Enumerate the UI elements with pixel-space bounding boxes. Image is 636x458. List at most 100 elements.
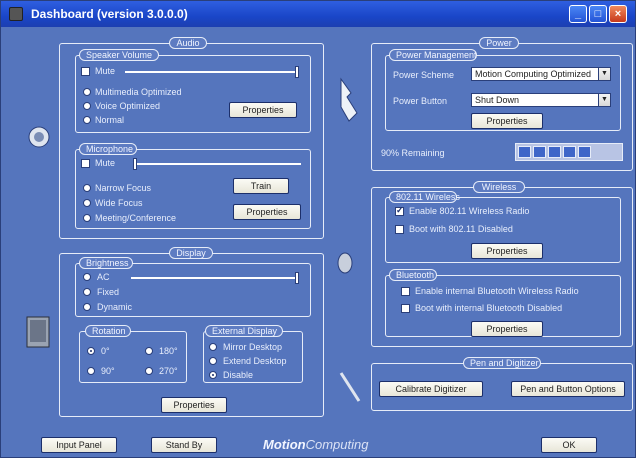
power-management-title: Power Management xyxy=(389,49,477,61)
battery-remaining-label: 90% Remaining xyxy=(381,148,445,158)
speaker-mode-label-voice: Voice Optimized xyxy=(95,101,161,111)
rotation-label-180: 180° xyxy=(159,346,178,356)
speaker-mode-radio-voice[interactable] xyxy=(83,102,91,110)
brightness-title: Brightness xyxy=(79,257,133,269)
input-panel-button[interactable]: Input Panel xyxy=(41,437,117,453)
brightness-radio-fixed[interactable] xyxy=(83,288,91,296)
microphone-slider-thumb[interactable] xyxy=(133,158,137,170)
rotation-label-90: 90° xyxy=(101,366,115,376)
chevron-down-icon: ▼ xyxy=(598,94,610,106)
microphone-mute-checkbox[interactable] xyxy=(81,159,90,168)
brightness-slider[interactable] xyxy=(131,277,299,279)
speaker-mode-radio-normal[interactable] xyxy=(83,116,91,124)
mic-mode-label-meeting: Meeting/Conference xyxy=(95,213,177,223)
speaker-mode-radio-multimedia[interactable] xyxy=(83,88,91,96)
display-properties-button[interactable]: Properties xyxy=(161,397,227,413)
speaker-volume-thumb[interactable] xyxy=(295,66,299,78)
power-scheme-select[interactable]: Motion Computing Optimized ▼ xyxy=(471,67,611,81)
bluetooth-boot-label: Boot with internal Bluetooth Disabled xyxy=(415,303,563,313)
microphone-slider[interactable] xyxy=(133,163,301,165)
wifi-boot-label: Boot with 802.11 Disabled xyxy=(409,224,513,234)
speaker-volume-slider[interactable] xyxy=(125,71,299,73)
rotation-radio-90[interactable] xyxy=(87,367,95,375)
pen-icon xyxy=(337,369,363,405)
mic-mode-radio-wide[interactable] xyxy=(83,199,91,207)
power-group-title: Power xyxy=(479,37,519,49)
microphone-properties-button[interactable]: Properties xyxy=(233,204,301,220)
brightness-radio-dynamic[interactable] xyxy=(83,303,91,311)
wifi-boot-checkbox[interactable] xyxy=(395,225,404,234)
microphone-mute-label: Mute xyxy=(95,158,116,168)
external-display-title: External Display xyxy=(205,325,283,337)
rotation-radio-0[interactable] xyxy=(87,347,95,355)
bluetooth-enable-label: Enable internal Bluetooth Wireless Radio xyxy=(415,286,579,296)
bluetooth-boot-checkbox[interactable] xyxy=(401,304,410,313)
power-button-label: Power Button xyxy=(393,96,448,106)
rotation-title: Rotation xyxy=(85,325,131,337)
dashboard-window: Dashboard (version 3.0.0.0) _ □ × Audio … xyxy=(0,0,636,458)
brightness-slider-thumb[interactable] xyxy=(295,272,299,284)
wireless-group-title: Wireless xyxy=(473,181,525,193)
brightness-label-dynamic: Dynamic xyxy=(97,302,133,312)
speaker-mute-checkbox[interactable] xyxy=(81,67,90,76)
external-label-disable: Disable xyxy=(223,370,254,380)
speaker-icon xyxy=(27,125,51,149)
brightness-radio-ac[interactable] xyxy=(83,273,91,281)
wifi-title: 802.11 Wireless xyxy=(389,191,460,203)
chevron-down-icon: ▼ xyxy=(598,68,610,80)
speaker-properties-button[interactable]: Properties xyxy=(229,102,297,118)
power-scheme-value: Motion Computing Optimized xyxy=(475,69,592,79)
external-label-extend: Extend Desktop xyxy=(223,356,287,366)
external-radio-extend[interactable] xyxy=(209,357,217,365)
app-icon xyxy=(9,7,23,21)
mic-mode-radio-narrow[interactable] xyxy=(83,184,91,192)
wifi-properties-button[interactable]: Properties xyxy=(471,243,543,259)
minimize-button[interactable]: _ xyxy=(569,5,587,23)
stand-by-button[interactable]: Stand By xyxy=(151,437,217,453)
pen-button-options-button[interactable]: Pen and Button Options xyxy=(511,381,625,397)
power-button-value: Shut Down xyxy=(475,95,520,105)
battery-meter-fill xyxy=(518,146,606,158)
wifi-enable-label: Enable 802.11 Wireless Radio xyxy=(409,206,530,216)
bluetooth-title: Bluetooth xyxy=(389,269,437,281)
wireless-mouse-icon xyxy=(335,251,355,275)
rotation-radio-180[interactable] xyxy=(145,347,153,355)
pen-digitizer-title: Pen and Digitizer xyxy=(463,357,541,369)
audio-group-title: Audio xyxy=(169,37,207,49)
display-group-title: Display xyxy=(169,247,213,259)
mic-mode-label-wide: Wide Focus xyxy=(95,198,143,208)
maximize-button[interactable]: □ xyxy=(589,5,607,23)
brightness-label-fixed: Fixed xyxy=(97,287,120,297)
microphone-title: Microphone xyxy=(79,143,137,155)
rotation-label-270: 270° xyxy=(159,366,178,376)
brightness-label-ac: AC xyxy=(97,272,110,282)
external-radio-mirror[interactable] xyxy=(209,343,217,351)
mic-mode-radio-meeting[interactable] xyxy=(83,214,91,222)
bluetooth-enable-checkbox[interactable] xyxy=(401,287,410,296)
battery-segment xyxy=(548,146,561,158)
speaker-volume-title: Speaker Volume xyxy=(79,49,159,61)
logo-computing-text: Computing xyxy=(305,437,369,452)
logo-motion-text: Motion xyxy=(263,437,306,452)
wifi-enable-checkbox[interactable] xyxy=(395,205,404,216)
rotation-radio-270[interactable] xyxy=(145,367,153,375)
rotation-label-0: 0° xyxy=(101,346,110,356)
speaker-mute-label: Mute xyxy=(95,66,116,76)
ok-button[interactable]: OK xyxy=(541,437,597,453)
title-bar[interactable]: Dashboard (version 3.0.0.0) _ □ × xyxy=(1,1,635,27)
close-button[interactable]: × xyxy=(609,5,627,23)
power-properties-button[interactable]: Properties xyxy=(471,113,543,129)
battery-segment xyxy=(563,146,576,158)
microphone-train-button[interactable]: Train xyxy=(233,178,289,194)
window-title: Dashboard (version 3.0.0.0) xyxy=(31,7,188,21)
battery-segment xyxy=(533,146,546,158)
external-radio-disable[interactable] xyxy=(209,371,217,379)
calibrate-digitizer-button[interactable]: Calibrate Digitizer xyxy=(379,381,483,397)
power-scheme-label: Power Scheme xyxy=(393,70,455,80)
power-plug-icon xyxy=(335,77,363,123)
bluetooth-properties-button[interactable]: Properties xyxy=(471,321,543,337)
battery-segment xyxy=(578,146,591,158)
speaker-mode-label-normal: Normal xyxy=(95,115,125,125)
power-button-select[interactable]: Shut Down ▼ xyxy=(471,93,611,107)
mic-mode-label-narrow: Narrow Focus xyxy=(95,183,152,193)
